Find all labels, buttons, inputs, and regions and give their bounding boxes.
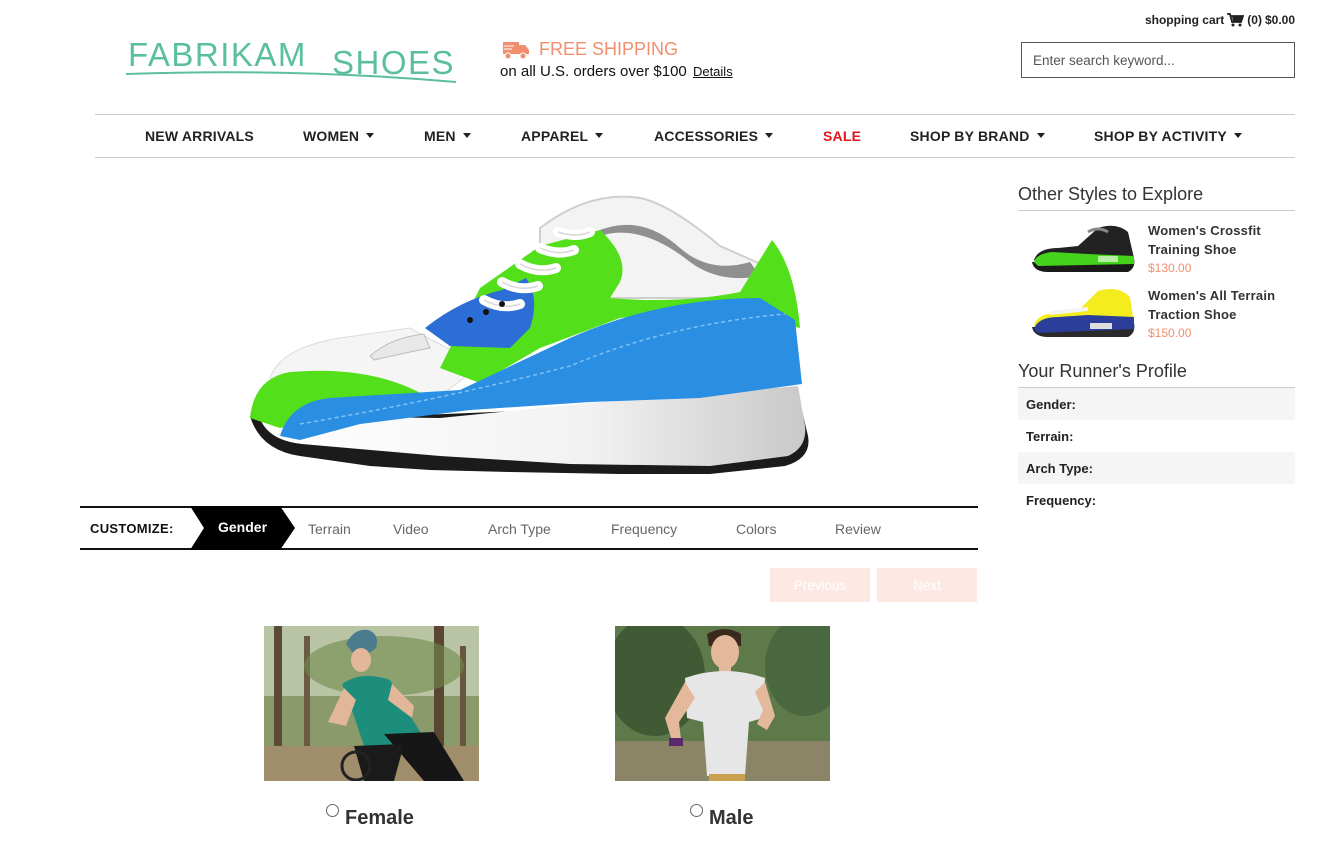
shopping-cart-link[interactable]: shopping cart (0) $0.00 <box>1145 13 1295 27</box>
chevron-down-icon <box>366 133 375 138</box>
chevron-down-icon <box>1233 133 1242 138</box>
product-price-all-terrain: $150.00 <box>1148 326 1192 340</box>
product-name-all-terrain[interactable]: Women's All Terrain Traction Shoe <box>1148 286 1288 324</box>
profile-field-label: Terrain: <box>1026 429 1074 444</box>
profile-field-label: Frequency: <box>1026 493 1097 508</box>
profile-field-label: Arch Type: <box>1026 461 1093 476</box>
nav-label: WOMEN <box>303 128 360 144</box>
step-colors[interactable]: Colors <box>736 521 776 537</box>
step-gender-active[interactable]: Gender <box>190 506 297 550</box>
shipping-title: FREE SHIPPING <box>539 39 679 59</box>
logo-name-part2: SHOES <box>332 44 456 81</box>
female-label[interactable]: Female <box>345 807 414 830</box>
female-runner-photo[interactable] <box>264 626 479 781</box>
step-review[interactable]: Review <box>835 521 881 537</box>
chevron-down-icon <box>1036 133 1045 138</box>
other-styles-title: Other Styles to Explore <box>1018 184 1204 204</box>
next-button[interactable]: Next <box>877 568 977 602</box>
nav-label: SHOP BY ACTIVITY <box>1094 128 1227 144</box>
profile-row-gender: Gender: <box>1018 388 1295 420</box>
male-label[interactable]: Male <box>709 807 753 830</box>
shipping-details-link[interactable]: Details <box>693 64 733 79</box>
cart-total: $0.00 <box>1264 13 1295 27</box>
logo-name-part1: FABRIKAM <box>128 36 307 73</box>
brand-logo[interactable]: FABRIKAM SHOES <box>124 32 458 88</box>
nav-item-accessories[interactable]: ACCESSORIES <box>654 128 774 144</box>
cart-count: (0) <box>1247 13 1262 27</box>
product-price-crossfit: $130.00 <box>1148 261 1192 275</box>
truck-icon <box>503 42 529 60</box>
nav-item-shop-by-brand[interactable]: SHOP BY BRAND <box>910 128 1045 144</box>
customize-steps-bar: CUSTOMIZE: Gender Terrain Video Arch Typ… <box>80 506 978 550</box>
nav-label: ACCESSORIES <box>654 128 759 144</box>
profile-row-terrain: Terrain: <box>1018 420 1295 452</box>
profile-row-frequency: Frequency: <box>1018 484 1295 516</box>
nav-item-women[interactable]: WOMEN <box>303 128 375 144</box>
step-label: Gender <box>218 519 268 535</box>
cart-icon <box>1227 13 1245 27</box>
step-frequency[interactable]: Frequency <box>611 521 677 537</box>
divider <box>1018 210 1295 211</box>
nav-label: MEN <box>424 128 456 144</box>
main-nav: NEW ARRIVALS WOMEN MEN APPAREL ACCESSORI… <box>95 114 1295 158</box>
crossfit-shoe-thumbnail[interactable] <box>1028 218 1138 276</box>
search-input[interactable] <box>1021 42 1295 78</box>
nav-label: APPAREL <box>521 128 589 144</box>
product-name-crossfit[interactable]: Women's Crossfit Training Shoe <box>1148 221 1288 259</box>
runner-profile-title: Your Runner's Profile <box>1018 361 1187 381</box>
step-arch-type[interactable]: Arch Type <box>488 521 551 537</box>
nav-item-shop-by-activity[interactable]: SHOP BY ACTIVITY <box>1094 128 1242 144</box>
step-terrain[interactable]: Terrain <box>308 521 351 537</box>
nav-label: SALE <box>823 128 862 144</box>
nav-label: SHOP BY BRAND <box>910 128 1030 144</box>
step-video[interactable]: Video <box>393 521 429 537</box>
chevron-down-icon <box>595 133 604 138</box>
male-radio[interactable] <box>690 804 703 817</box>
shipping-subtitle-text: on all U.S. orders over $100 <box>500 63 687 80</box>
customized-shoe-image <box>250 195 809 474</box>
nav-label: NEW ARRIVALS <box>145 128 254 144</box>
chevron-down-icon <box>765 133 774 138</box>
customize-label: CUSTOMIZE: <box>90 521 174 536</box>
previous-button[interactable]: Previous <box>770 568 870 602</box>
profile-field-label: Gender: <box>1026 397 1076 412</box>
chevron-down-icon <box>462 133 471 138</box>
nav-item-new-arrivals[interactable]: NEW ARRIVALS <box>145 128 254 144</box>
nav-item-sale[interactable]: SALE <box>823 128 861 144</box>
cart-label: shopping cart <box>1144 13 1225 27</box>
all-terrain-shoe-thumbnail[interactable] <box>1028 283 1138 341</box>
male-runner-photo[interactable] <box>615 626 830 781</box>
nav-item-men[interactable]: MEN <box>424 128 471 144</box>
female-radio[interactable] <box>326 804 339 817</box>
shipping-subtitle: on all U.S. orders over $100 Details <box>500 63 733 80</box>
nav-item-apparel[interactable]: APPAREL <box>521 128 604 144</box>
logo-text: FABRIKAM SHOES <box>128 36 454 81</box>
profile-row-arch-type: Arch Type: <box>1018 452 1295 484</box>
